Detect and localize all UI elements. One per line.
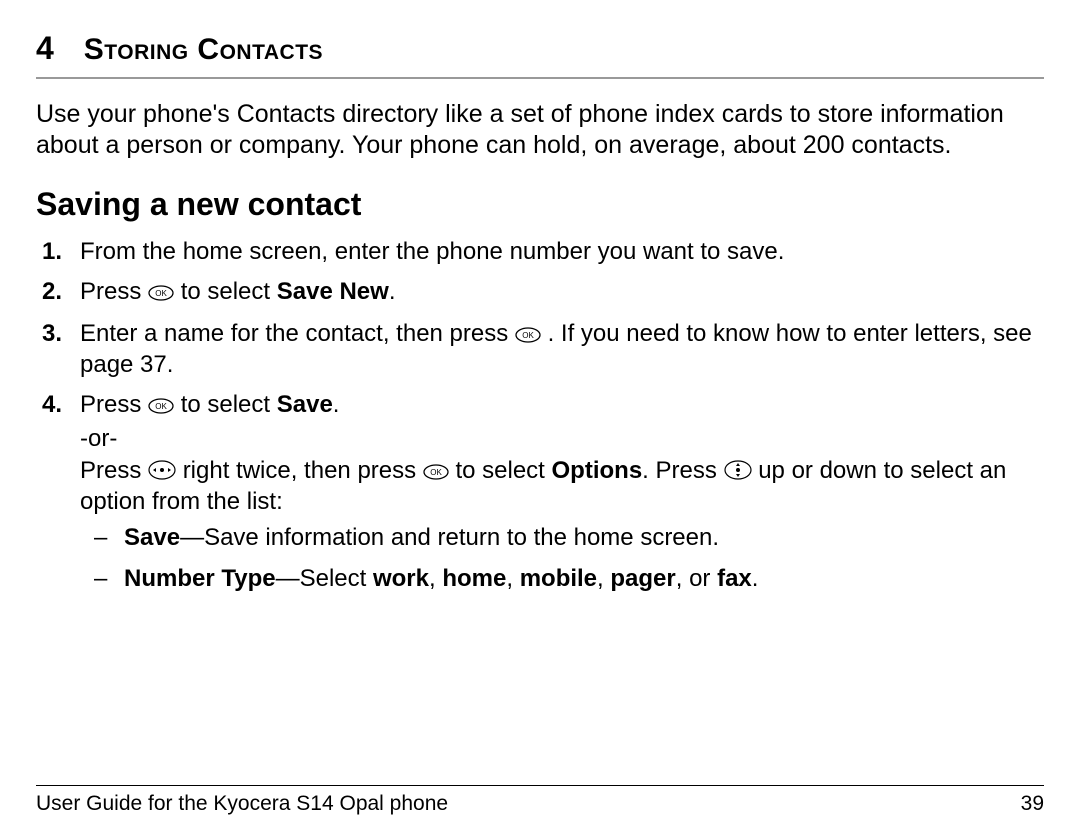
nav-pad-icon	[724, 458, 752, 488]
step-1-text: From the home screen, enter the phone nu…	[80, 238, 784, 265]
svg-text:OK: OK	[430, 468, 442, 477]
step-4-alt-d: . Press	[642, 457, 723, 484]
option-numtype-label: Number Type	[124, 565, 276, 592]
step-4-text-c: .	[333, 391, 340, 418]
or-separator: -or-	[80, 424, 1044, 454]
step-1: From the home screen, enter the phone nu…	[80, 237, 1044, 267]
option-save-label: Save	[124, 524, 180, 551]
svg-text:OK: OK	[522, 331, 534, 340]
step-4-text-a: Press	[80, 391, 148, 418]
save-new-label: Save New	[277, 278, 389, 305]
step-2-text-c: .	[389, 278, 396, 305]
option-number-type: Number Type—Select work, home, mobile, p…	[124, 564, 1044, 595]
word-mobile: mobile	[520, 565, 597, 592]
step-4: Press OK to select Save. -or- Press righ…	[80, 390, 1044, 594]
word-work: work	[373, 565, 429, 592]
ok-button-icon: OK	[148, 392, 174, 422]
footer-page-number: 39	[1021, 792, 1044, 816]
sep3: ,	[597, 565, 610, 592]
step-3-text-a: Enter a name for the contact, then press	[80, 320, 515, 347]
sep2: ,	[506, 565, 519, 592]
nav-pad-icon	[148, 458, 176, 488]
options-sublist: Save—Save information and return to the …	[80, 523, 1044, 594]
step-3: Enter a name for the contact, then press…	[80, 319, 1044, 381]
numtype-end: .	[752, 565, 759, 592]
step-2: Press OK to select Save New.	[80, 277, 1044, 309]
word-fax: fax	[717, 565, 752, 592]
step-2-text-b: to select	[181, 278, 277, 305]
option-save-desc: —Save information and return to the home…	[180, 524, 719, 551]
document-page: 4 Storing Contacts Use your phone's Cont…	[0, 0, 1080, 834]
step-4-alt-c: to select	[455, 457, 551, 484]
option-numtype-mid: —Select	[276, 565, 373, 592]
svg-text:OK: OK	[155, 402, 167, 411]
step-4-alt-a: Press	[80, 457, 148, 484]
ok-button-icon: OK	[515, 321, 541, 351]
svg-text:OK: OK	[155, 289, 167, 298]
footer-left: User Guide for the Kyocera S14 Opal phon…	[36, 792, 448, 816]
steps-list: From the home screen, enter the phone nu…	[36, 237, 1044, 594]
section-heading: Saving a new contact	[36, 186, 1044, 223]
step-2-text-a: Press	[80, 278, 148, 305]
save-label: Save	[277, 391, 333, 418]
word-home: home	[442, 565, 506, 592]
step-4-alt-b: right twice, then press	[183, 457, 423, 484]
intro-paragraph: Use your phone's Contacts directory like…	[36, 99, 1044, 160]
ok-button-icon: OK	[148, 279, 174, 309]
chapter-header: 4 Storing Contacts	[36, 30, 1044, 79]
ok-button-icon: OK	[423, 458, 449, 488]
sep4: , or	[676, 565, 717, 592]
word-pager: pager	[610, 565, 675, 592]
page-footer: User Guide for the Kyocera S14 Opal phon…	[36, 785, 1044, 816]
sep1: ,	[429, 565, 442, 592]
options-label: Options	[552, 457, 643, 484]
step-4-text-b: to select	[181, 391, 277, 418]
chapter-number: 4	[36, 30, 54, 67]
option-save: Save—Save information and return to the …	[124, 523, 1044, 554]
chapter-title: Storing Contacts	[84, 33, 323, 67]
step-4-alt: Press right twice, then press OK to sele…	[80, 456, 1044, 518]
